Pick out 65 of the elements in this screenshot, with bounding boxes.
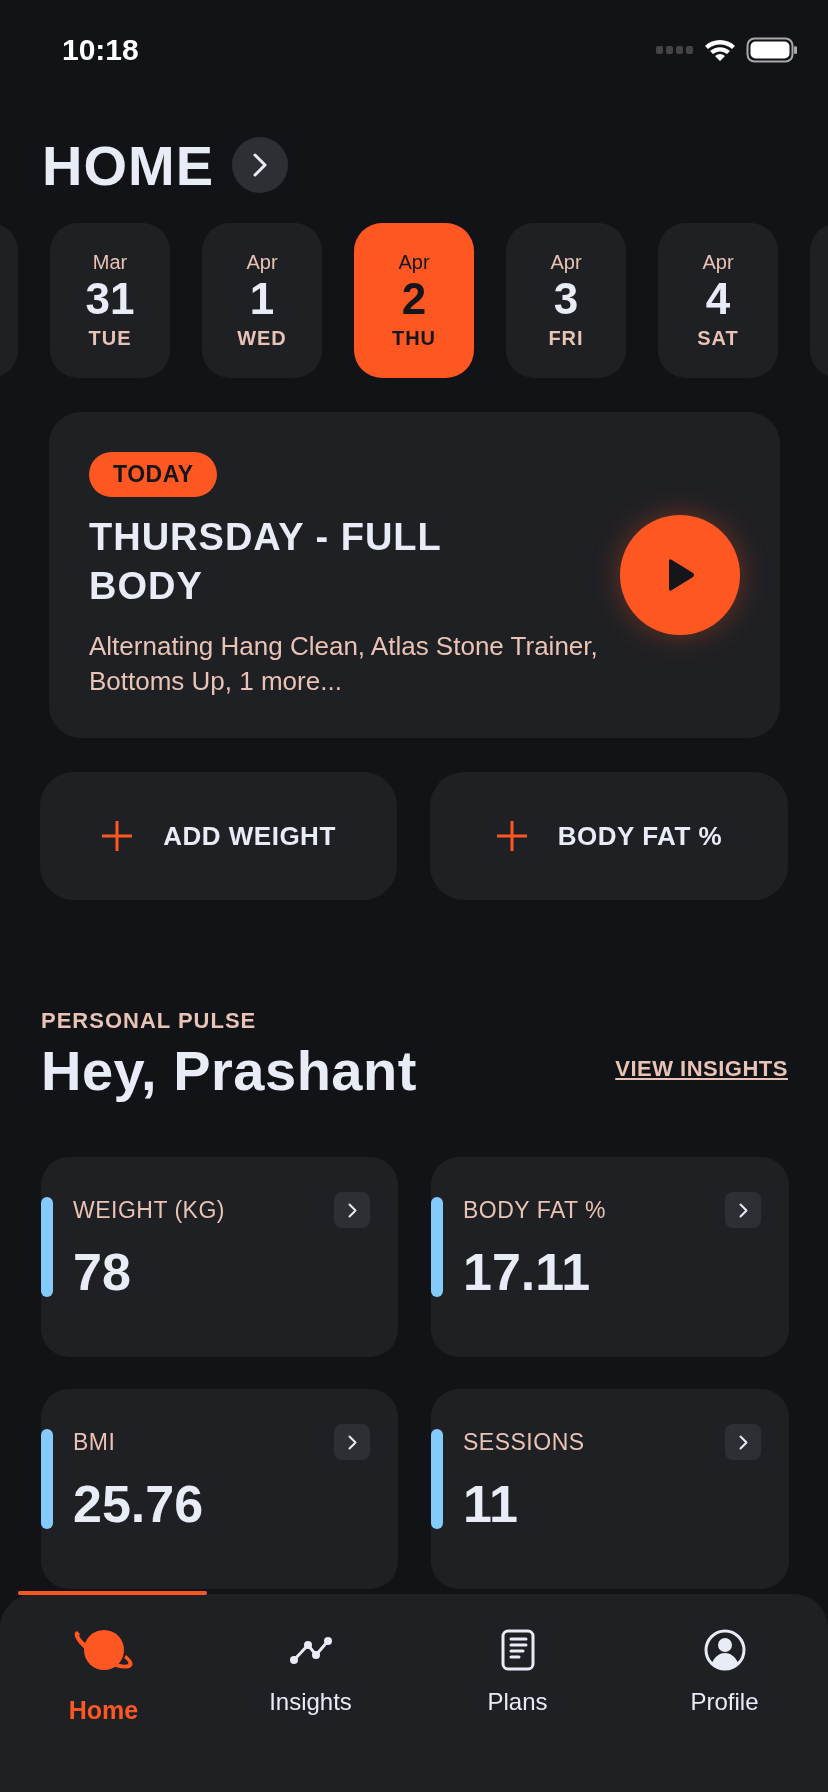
workout-title: THURSDAY - FULL BODY [89, 514, 443, 609]
day-weekday: THU [391, 326, 437, 350]
stat-chevron-button[interactable] [334, 1424, 370, 1460]
tab-bar-item[interactable]: Profile [621, 1594, 828, 1744]
line-chart-icon [288, 1635, 333, 1665]
day-chip[interactable]: Apr 2 THU [354, 223, 474, 378]
status-time: 10:18 [62, 33, 139, 67]
stat-value: 17.11 [463, 1242, 592, 1302]
quick-action-button[interactable]: ADD WEIGHT [40, 772, 397, 900]
chevron-right-icon [253, 153, 267, 177]
day-weekday: SAT [697, 326, 739, 350]
day-number: 4 [705, 276, 731, 323]
stat-label: BODY FAT % [463, 1196, 607, 1224]
stat-card[interactable]: BMI 25.76 [41, 1389, 398, 1589]
quick-action-button[interactable]: BODY FAT % [430, 772, 788, 900]
day-month: Apr [246, 251, 278, 275]
greeting-heading: Hey, Prashant [41, 1038, 417, 1103]
day-month: Apr [398, 251, 430, 275]
chevron-right-icon [738, 1202, 748, 1218]
stat-chevron-button[interactable] [334, 1192, 370, 1228]
plus-icon [495, 820, 528, 852]
tab-bar-item[interactable]: Plans [414, 1594, 621, 1744]
day-chip[interactable]: Apr 3 FRI [506, 223, 626, 378]
day-number: 3 [553, 276, 579, 323]
stat-card[interactable]: WEIGHT (KG) 78 [41, 1157, 398, 1357]
stat-chevron-button[interactable] [725, 1192, 761, 1228]
day-weekday: TUE [88, 326, 132, 350]
section-eyebrow: PERSONAL PULSE [41, 1008, 258, 1034]
tab-bar-item[interactable]: Home [0, 1594, 207, 1744]
play-button[interactable] [620, 515, 740, 635]
view-insights-link[interactable]: VIEW INSIGHTS [615, 1056, 788, 1082]
stat-label: BMI [73, 1428, 116, 1456]
page-title: HOME [42, 132, 214, 198]
day-month: Apr [702, 251, 734, 275]
user-avatar-icon [703, 1629, 746, 1671]
day-chip[interactable]: Apr 1 WED [202, 223, 322, 378]
wifi-icon [704, 38, 736, 62]
chevron-right-icon [738, 1434, 748, 1450]
stat-value: 11 [463, 1474, 519, 1534]
stat-value: 25.76 [73, 1474, 205, 1534]
stat-label: WEIGHT (KG) [73, 1196, 225, 1224]
day-month: Mar [92, 251, 128, 275]
signal-icon [656, 46, 694, 54]
today-badge: TODAY [89, 451, 218, 497]
day-weekday: WED [237, 326, 287, 350]
chevron-right-icon [347, 1434, 357, 1450]
stat-label: SESSIONS [463, 1428, 585, 1456]
stat-card[interactable]: SESSIONS 11 [431, 1389, 789, 1589]
stat-card[interactable]: BODY FAT % 17.11 [431, 1157, 789, 1357]
day-chip[interactable]: Apr 4 SAT [658, 223, 778, 378]
day-number: 1 [249, 276, 275, 323]
stat-value: 78 [73, 1242, 132, 1302]
plus-icon [101, 820, 134, 852]
document-icon [500, 1629, 535, 1671]
day-weekday: FRI [548, 326, 584, 350]
day-chip[interactable]: Mar 31 TUE [50, 223, 170, 378]
battery-icon [746, 37, 798, 63]
stat-chevron-button[interactable] [725, 1424, 761, 1460]
day-number: 2 [401, 276, 427, 323]
header-chevron-button[interactable] [232, 137, 288, 193]
exercise-list: Alternating Hang Clean, Atlas Stone Trainer, Bottoms Up, 1 more... [89, 629, 609, 699]
day-number: 31 [85, 276, 135, 323]
chevron-right-icon [347, 1202, 357, 1218]
day-month: Apr [550, 251, 582, 275]
tab-bar-item[interactable]: Insights [207, 1594, 414, 1744]
